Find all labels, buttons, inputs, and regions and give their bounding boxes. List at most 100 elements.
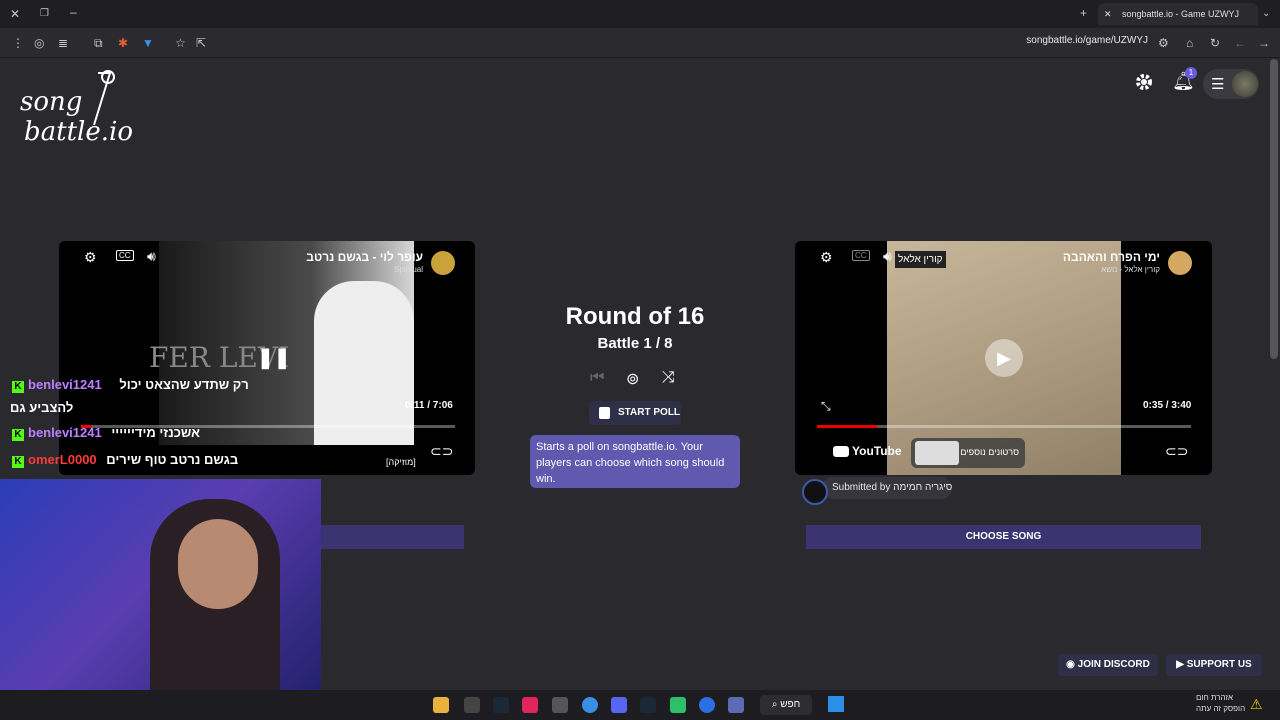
chrome-icon[interactable] (582, 697, 598, 713)
restore-window-icon[interactable]: ❐ (40, 7, 49, 21)
start-poll-label: START POLL (618, 407, 681, 418)
extension-icon[interactable]: ≣ (58, 36, 68, 50)
download-icon[interactable]: ▼ (142, 36, 154, 50)
minimize-window-icon[interactable]: – (70, 5, 77, 19)
search-icon: ⌕ (771, 699, 781, 710)
video-time: 0:35 / 3:40 (1143, 400, 1192, 411)
url-text[interactable]: songbattle.io/game/UZWYJ (1026, 35, 1148, 46)
volume-icon[interactable]: 🔊︎ (147, 248, 156, 265)
video-caption: [מוזיקה] (386, 457, 416, 467)
calculator-icon[interactable] (728, 697, 744, 713)
settings-gear-icon[interactable] (1135, 73, 1153, 91)
chat-text: בגשם נרטב טוף שירים (106, 452, 239, 467)
app-icon[interactable] (552, 697, 568, 713)
submitter-avatar[interactable] (802, 479, 828, 505)
puzzle-icon[interactable]: ⧉ (94, 36, 103, 50)
choose-song-left-button[interactable] (321, 525, 464, 549)
youtube-text: YouTube (852, 444, 902, 458)
channel-avatar[interactable] (431, 251, 455, 275)
avatar[interactable] (1232, 71, 1258, 97)
vote-icon[interactable]: ⊚ (626, 369, 639, 389)
extension-icon[interactable]: ◎ (34, 36, 44, 50)
logo-line-1: song (20, 87, 83, 117)
songbattle-logo[interactable]: song battle.io (20, 69, 140, 149)
volume-icon[interactable]: 🔊︎ (883, 248, 892, 265)
channel-avatar[interactable] (1168, 251, 1192, 275)
start-poll-button[interactable]: START POLL (589, 401, 681, 425)
notification-badge: 1 (1185, 67, 1197, 79)
scrollbar[interactable] (1270, 59, 1278, 359)
video-channel: קורין אלאל - נושא (1101, 265, 1160, 274)
video-title[interactable]: עופר לוי - בגשם נרטב (306, 250, 423, 264)
close-tab-icon[interactable]: ✕ (1104, 3, 1112, 25)
app-icon[interactable] (699, 697, 715, 713)
hamburger-menu-icon[interactable]: ☰ (1211, 75, 1224, 93)
play-icon[interactable]: ▶ (985, 339, 1023, 377)
captions-icon[interactable]: CC (116, 250, 134, 261)
chat-message: Kbenlevi1241 רק שתדע שהצאט יכול (12, 377, 249, 393)
microphone-icon (93, 70, 115, 126)
app-icon[interactable] (464, 697, 480, 713)
site-settings-icon[interactable]: ⚙ (1158, 36, 1169, 50)
chat-message: KomerL0000 בגשם נרטב טוף שירים (12, 452, 238, 468)
battle-counter: Battle 1 / 8 (597, 335, 673, 352)
fullscreen-icon[interactable]: ⤡ (821, 399, 831, 414)
chat-message: Kbenlevi1241 אשכנזי מידיייייי (12, 425, 200, 441)
reload-icon[interactable]: ↻ (1210, 36, 1220, 50)
video-progress-fill (817, 425, 877, 428)
address-bar: ⋮ ◎ ≣ ⧉ ✱ ▼ ☆ ⇱ songbattle.io/game/UZWYJ… (0, 28, 1280, 58)
forward-icon[interactable]: ← (1234, 36, 1246, 50)
share-icon[interactable]: ⇱ (196, 36, 206, 50)
chat-username: benlevi1241 (28, 377, 102, 392)
tab-search-icon[interactable]: ⌄ (1262, 7, 1270, 21)
chat-text: אשכנזי מידיייייי (111, 425, 200, 440)
discord-icon: ◉ (1066, 659, 1078, 670)
warning-icon[interactable]: ⚠ (1250, 696, 1263, 713)
previous-icon[interactable]: ⏮︎ (590, 369, 604, 387)
app-icon[interactable] (522, 697, 538, 713)
taskbar-search-label: חפש (780, 699, 801, 710)
bookmark-star-icon[interactable]: ☆ (175, 36, 186, 50)
windows-start-icon[interactable] (828, 696, 844, 712)
chat-text: להצביע גם (10, 400, 74, 415)
link-icon[interactable]: ⊂⊃ (1165, 443, 1188, 460)
steam-icon[interactable] (640, 697, 656, 713)
video-progress-bar[interactable] (817, 425, 1191, 428)
right-video-player[interactable]: קורין אלאל ימי הפרח והאהבה קורין אלאל - … (795, 241, 1212, 475)
join-discord-button[interactable]: ◉ JOIN DISCORD (1058, 654, 1158, 676)
more-videos-button[interactable]: סרטונים נוספים (911, 438, 1025, 468)
choose-song-label: CHOOSE SONG (965, 531, 1042, 542)
discord-icon[interactable] (611, 697, 627, 713)
link-icon[interactable]: ⊂⊃ (430, 443, 453, 460)
extension-icon[interactable]: ✱ (118, 36, 128, 50)
chat-username: omerL0000 (28, 452, 97, 467)
menu-dots-icon[interactable]: ⋮ (12, 36, 24, 50)
youtube-logo[interactable]: YouTube (833, 444, 902, 458)
new-tab-icon[interactable]: + (1080, 6, 1087, 20)
video-title[interactable]: ימי הפרח והאהבה (1063, 250, 1160, 264)
back-icon[interactable]: → (1258, 36, 1270, 50)
support-icon: ▶ (1176, 659, 1187, 670)
app-icon[interactable] (670, 697, 686, 713)
chat-text: רק שתדע שהצאט יכול (119, 377, 249, 392)
choose-song-right-button[interactable]: CHOOSE SONG (806, 525, 1201, 549)
captions-icon[interactable]: CC (852, 250, 870, 261)
steam-icon[interactable] (493, 697, 509, 713)
support-us-label: SUPPORT US (1186, 659, 1252, 670)
home-icon[interactable]: ⌂ (1186, 36, 1193, 50)
streamer-face (178, 519, 258, 609)
kick-icon: K (12, 429, 24, 441)
app-icon[interactable] (433, 697, 449, 713)
taskbar-search[interactable]: ⌕ חפש (760, 695, 812, 715)
tab-songbattle[interactable]: ✕ songbattle.io - Game UZWYJ (1098, 3, 1258, 25)
video-channel: Spiritual (394, 265, 423, 274)
settings-icon[interactable]: ⚙ (84, 249, 97, 266)
shuffle-icon[interactable]: ⤨ (662, 369, 675, 387)
pause-icon[interactable]: ❚❚ (257, 345, 291, 370)
tray-text-1: אזהרת חום (1196, 693, 1234, 702)
kick-icon: K (12, 456, 24, 468)
settings-icon[interactable]: ⚙ (820, 249, 833, 266)
support-us-button[interactable]: ▶ SUPPORT US (1166, 654, 1262, 676)
tray-text-2: הופסק זה עתה (1196, 704, 1246, 713)
close-window-icon[interactable]: ✕ (10, 7, 20, 21)
